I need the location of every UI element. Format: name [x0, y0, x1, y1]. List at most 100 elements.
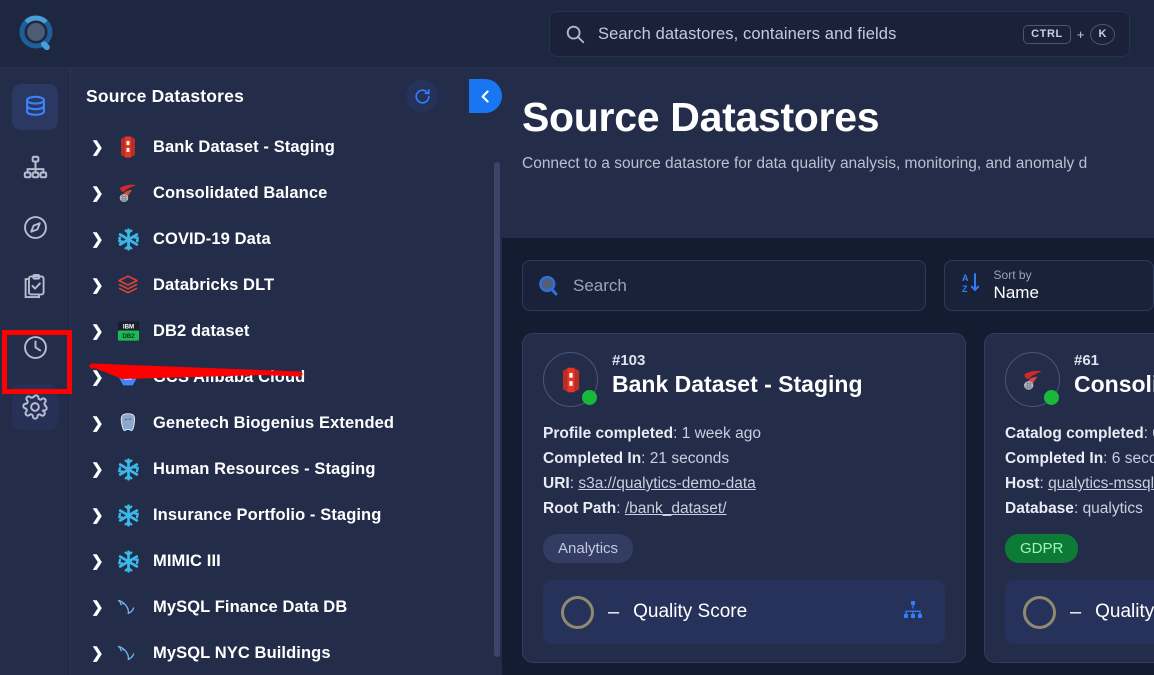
snowflake-icon — [113, 548, 143, 574]
app-logo[interactable] — [12, 8, 64, 60]
tree-item-label: MIMIC III — [153, 551, 221, 570]
page-subtitle: Connect to a source datastore for data q… — [522, 155, 1088, 173]
chevron-right-icon[interactable]: ❯ — [91, 184, 113, 202]
chevron-right-icon[interactable]: ❯ — [91, 552, 113, 570]
search-icon — [566, 25, 585, 44]
meta-completed-in: Completed In: 6 seconds — [1005, 446, 1154, 471]
gcs-icon — [113, 364, 143, 390]
rail-item-settings[interactable] — [12, 384, 58, 430]
status-badge[interactable]: GDPR — [1005, 534, 1079, 563]
tree-item-label: Bank Dataset - Staging — [153, 137, 335, 156]
rail-item-explore[interactable] — [12, 204, 58, 250]
global-search-bar[interactable]: Search datastores, containers and fields… — [549, 11, 1130, 57]
datastore-search-input[interactable]: Search — [522, 260, 926, 311]
meta-profile-completed: Profile completed: 1 week ago — [543, 425, 761, 442]
sort-by-select[interactable]: A Z Sort by Name — [943, 260, 1154, 311]
tree-item-label: MySQL NYC Buildings — [153, 643, 331, 662]
tree-item-mysql-nyc-buildings[interactable]: ❯ MySQL NYC Buildings — [71, 630, 502, 675]
meta-value: 1 week ago — [681, 425, 761, 442]
datastore-tree-list[interactable]: ❯ Bank Dataset - Staging ❯ Consolidated … — [71, 124, 502, 675]
datastore-search-placeholder: Search — [573, 275, 627, 295]
tree-title: Source Datastores — [86, 85, 245, 106]
card-header: #103 Bank Dataset - Staging — [543, 352, 945, 407]
tree-item-genetech-biogenius-extended[interactable]: ❯ Genetech Biogenius Extended — [71, 400, 502, 446]
search-shortcut-hint: CTRL + K — [1023, 23, 1115, 45]
tree-item-label: GCS Alibaba Cloud — [153, 367, 306, 386]
tree-item-db2-dataset[interactable]: ❯ IBM DB2 DB2 dataset — [71, 308, 502, 354]
app-root: Search datastores, containers and fields… — [0, 0, 1154, 675]
datastore-card-consolidated-balance[interactable]: #61 Consolidated Balance Catalog complet… — [984, 333, 1154, 663]
rail-item-hierarchy[interactable] — [12, 144, 58, 190]
meta-label: Database — [1005, 500, 1074, 517]
rail-item-tasks[interactable] — [12, 264, 58, 310]
quality-score-ring — [561, 595, 594, 629]
meta-value: 21 seconds — [649, 450, 730, 467]
database-icon — [25, 95, 45, 116]
mssql-icon — [113, 180, 143, 206]
datastore-card-bank-dataset-staging[interactable]: #103 Bank Dataset - Staging Profile comp… — [522, 333, 966, 663]
global-search-placeholder: Search datastores, containers and fields — [598, 24, 897, 43]
tree-item-gcs-alibaba-cloud[interactable]: ❯ GCS Alibaba Cloud — [71, 354, 502, 400]
hierarchy-icon — [23, 155, 47, 178]
chevron-right-icon[interactable]: ❯ — [91, 460, 113, 478]
snowflake-icon — [113, 226, 143, 252]
tree-item-label: Insurance Portfolio - Staging — [153, 505, 382, 524]
chevron-right-icon[interactable]: ❯ — [91, 276, 113, 294]
postgresql-icon — [113, 410, 143, 436]
status-online-dot — [582, 390, 597, 405]
tree-item-label: Consolidated Balance — [153, 183, 328, 202]
chevron-right-icon[interactable]: ❯ — [91, 322, 113, 340]
meta-label: Profile completed — [543, 425, 674, 442]
quality-score-label: Quality Score — [1095, 601, 1154, 622]
collapse-panel-button[interactable] — [469, 79, 502, 113]
page-hero: Source Datastores Connect to a source da… — [502, 68, 1154, 238]
meta-host: Host: qualytics-mssql — [1005, 475, 1154, 492]
tree-item-human-resources-staging[interactable]: ❯ Human Resources - Staging — [71, 446, 502, 492]
clock-icon — [23, 335, 47, 359]
rail-item-history[interactable] — [12, 324, 58, 370]
tree-item-bank-dataset-staging[interactable]: ❯ Bank Dataset - Staging — [71, 124, 502, 170]
chevron-right-icon[interactable]: ❯ — [91, 138, 113, 156]
tree-item-covid-19-data[interactable]: ❯ COVID-19 Data — [71, 216, 502, 262]
meta-value: qualytics — [1082, 500, 1143, 517]
meta-value-link[interactable]: qualytics-mssql — [1048, 475, 1154, 492]
chevron-right-icon[interactable]: ❯ — [91, 230, 113, 248]
meta-value-link[interactable]: /bank_dataset/ — [625, 500, 727, 517]
datastore-cards-row: #103 Bank Dataset - Staging Profile comp… — [502, 311, 1154, 663]
chevron-right-icon[interactable]: ❯ — [91, 506, 113, 524]
chevron-right-icon[interactable]: ❯ — [91, 644, 113, 662]
qualytics-logo-icon — [19, 15, 53, 51]
tree-item-databricks-dlt[interactable]: ❯ Databricks DLT — [71, 262, 502, 308]
refresh-button[interactable] — [406, 80, 438, 112]
gear-icon — [22, 394, 48, 420]
rail-item-datastores[interactable] — [12, 84, 58, 130]
meta-value: 6 seconds — [1111, 450, 1154, 467]
tree-scrollbar[interactable] — [494, 162, 500, 657]
quality-score-panel[interactable]: – Quality Score — [543, 580, 945, 644]
snowflake-icon — [113, 502, 143, 528]
tree-item-mysql-finance-data-db[interactable]: ❯ MySQL Finance Data DB — [71, 584, 502, 630]
chevron-right-icon[interactable]: ❯ — [91, 598, 113, 616]
search-icon — [539, 275, 558, 295]
svg-text:Z: Z — [962, 284, 968, 294]
quality-score-panel[interactable]: – Quality Score — [1005, 580, 1154, 644]
hierarchy-icon[interactable] — [901, 598, 927, 627]
tree-item-mimic-iii[interactable]: ❯ MIMIC III — [71, 538, 502, 584]
card-header: #61 Consolidated Balance — [1005, 352, 1154, 407]
chevron-right-icon[interactable]: ❯ — [91, 368, 113, 386]
tree-item-label: MySQL Finance Data DB — [153, 597, 348, 616]
chevron-right-icon[interactable]: ❯ — [91, 414, 113, 432]
card-title: Bank Dataset - Staging — [612, 371, 863, 397]
meta-label: Root Path — [543, 500, 617, 517]
meta-completed-in: Completed In: 21 seconds — [543, 450, 730, 467]
status-badge[interactable]: Analytics — [543, 534, 634, 563]
compass-icon — [23, 215, 47, 239]
aws-s3-icon — [113, 134, 143, 160]
meta-value-link[interactable]: s3a://qualytics-demo-data — [578, 475, 755, 492]
tree-item-label: DB2 dataset — [153, 321, 250, 340]
tree-item-insurance-portfolio-staging[interactable]: ❯ Insurance Portfolio - Staging — [71, 492, 502, 538]
card-title: Consolidated Balance — [1074, 371, 1154, 397]
top-bar: Search datastores, containers and fields… — [0, 0, 1154, 68]
avatar — [1005, 352, 1060, 407]
tree-item-consolidated-balance[interactable]: ❯ Consolidated Balance — [71, 170, 502, 216]
